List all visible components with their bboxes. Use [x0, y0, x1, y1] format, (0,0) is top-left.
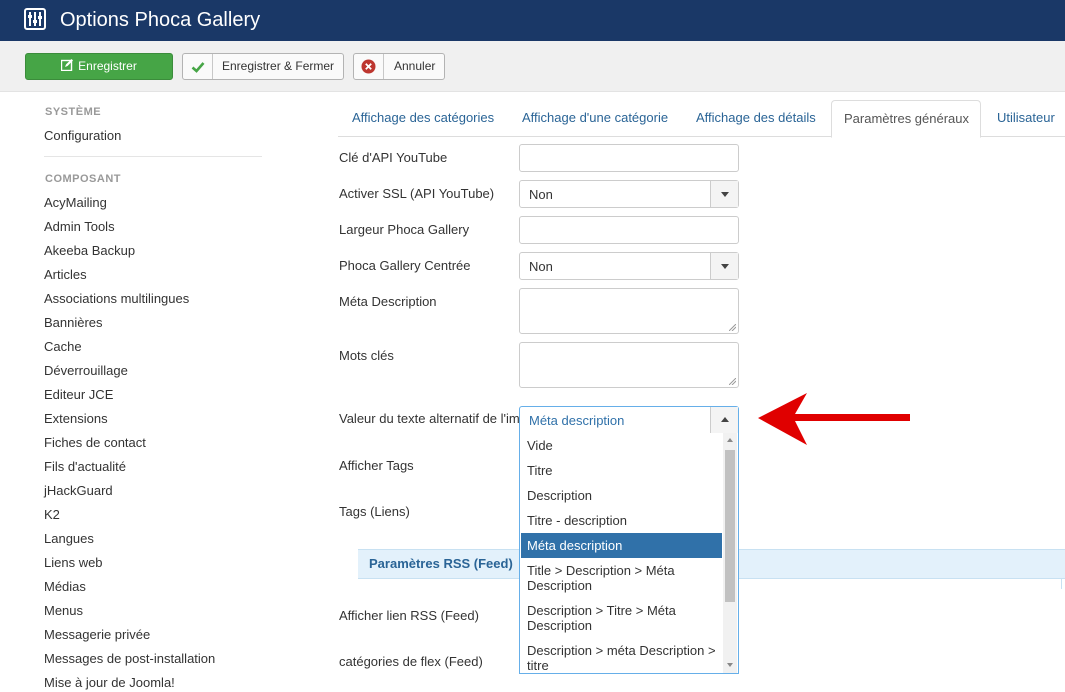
sidebar-item[interactable]: Déverrouillage [44, 363, 128, 378]
sidebar-divider [44, 156, 262, 157]
resize-grip-icon[interactable] [729, 378, 736, 385]
option-description[interactable]: Description [521, 488, 722, 503]
sidebar-item[interactable]: Menus [44, 603, 83, 618]
save-close-label: Enregistrer & Fermer [222, 59, 335, 73]
width-label: Largeur Phoca Gallery [339, 222, 470, 237]
options-scrollbar[interactable] [723, 433, 737, 673]
save-close-button[interactable]: Enregistrer & Fermer [182, 53, 344, 80]
red-arrow-icon [758, 393, 910, 445]
centered-select-value: Non [529, 259, 553, 274]
cancel-circle-icon [361, 59, 376, 74]
tab-general-settings[interactable]: Paramètres généraux [831, 100, 981, 138]
youtube-api-key-input[interactable] [519, 144, 739, 172]
sidebar-heading-component: COMPOSANT [45, 173, 121, 185]
tab-details[interactable]: Affichage des détails [696, 110, 816, 125]
sidebar-item[interactable]: Mise à jour de Joomla! [44, 675, 175, 690]
ssl-select-toggle[interactable] [710, 181, 738, 207]
sidebar-item[interactable]: Articles [44, 267, 87, 282]
rss-bar-edge [1061, 579, 1062, 589]
option-empty[interactable]: Vide [521, 438, 722, 453]
flex-categories-label: catégories de flex (Feed) [339, 654, 483, 669]
sidebar-item[interactable]: Extensions [44, 411, 108, 426]
edit-icon [61, 59, 74, 71]
meta-description-label: Méta Description [339, 294, 437, 309]
check-icon [191, 62, 204, 73]
caret-down-icon [721, 264, 729, 269]
centered-select[interactable]: Non [519, 252, 739, 280]
scrollbar-thumb[interactable] [725, 450, 735, 602]
option-title-description-meta[interactable]: Title > Description > Méta Description [521, 563, 722, 593]
alt-text-label: Valeur du texte alternatif de l'image [339, 411, 520, 426]
width-input[interactable] [519, 216, 739, 244]
sidebar-item[interactable]: Liens web [44, 555, 103, 570]
sidebar-item[interactable]: Editeur JCE [44, 387, 113, 402]
app-header: Options Phoca Gallery [0, 0, 1065, 41]
scroll-down-icon[interactable] [727, 663, 733, 667]
sidebar-item[interactable]: AcyMailing [44, 195, 107, 210]
sidebar-heading-system: SYSTÈME [45, 106, 102, 118]
show-tags-label: Afficher Tags [339, 458, 414, 473]
cancel-button[interactable]: Annuler [353, 53, 445, 80]
cancel-icon-box [354, 54, 384, 79]
sidebar-item-configuration[interactable]: Configuration [44, 128, 121, 143]
tab-general-settings-label: Paramètres généraux [844, 111, 970, 126]
youtube-api-key-label: Clé d'API YouTube [339, 150, 448, 165]
tab-category-list[interactable]: Affichage des catégories [352, 110, 494, 125]
options-sliders-icon [24, 8, 46, 30]
alt-text-options: Vide Titre Description Titre - descripti… [519, 433, 739, 674]
alt-text-select-value: Méta description [529, 413, 625, 428]
save-button-label: Enregistrer [78, 59, 137, 73]
ssl-select-value: Non [529, 187, 553, 202]
page-title: Options Phoca Gallery [60, 9, 261, 31]
toolbar: Enregistrer Enregistrer & Fermer Annuler [0, 41, 1065, 92]
rss-link-label: Afficher lien RSS (Feed) [339, 608, 479, 623]
keywords-label: Mots clés [339, 348, 394, 363]
option-title-description[interactable]: Titre - description [521, 513, 722, 528]
sidebar-item[interactable]: K2 [44, 507, 60, 522]
sidebar-item[interactable]: Bannières [44, 315, 103, 330]
tab-category[interactable]: Affichage d'une catégorie [522, 110, 668, 125]
option-description-meta-title[interactable]: Description > méta Description > titre [521, 643, 722, 673]
tab-user[interactable]: Utilisateur [997, 110, 1055, 125]
caret-down-icon [721, 192, 729, 197]
cancel-label: Annuler [394, 59, 436, 73]
alt-text-select-toggle[interactable] [710, 407, 738, 433]
centered-label: Phoca Gallery Centrée [339, 258, 471, 273]
scroll-up-icon[interactable] [727, 438, 733, 442]
save-button[interactable]: Enregistrer [25, 53, 173, 80]
centered-select-toggle[interactable] [710, 253, 738, 279]
sidebar-item[interactable]: Messages de post-installation [44, 651, 215, 666]
option-description-title-meta[interactable]: Description > Titre > Méta Description [521, 603, 722, 633]
alt-text-select[interactable]: Méta description [519, 406, 739, 434]
ssl-label: Activer SSL (API YouTube) [339, 186, 495, 201]
sidebar-item[interactable]: Fiches de contact [44, 435, 146, 450]
tags-links-label: Tags (Liens) [339, 504, 410, 519]
sidebar-item[interactable]: Fils d'actualité [44, 459, 126, 474]
sidebar-item[interactable]: Cache [44, 339, 82, 354]
sidebar-item[interactable]: Langues [44, 531, 94, 546]
check-icon-box [183, 54, 213, 79]
keywords-textarea[interactable] [519, 342, 739, 388]
option-title[interactable]: Titre [521, 463, 722, 478]
ssl-select[interactable]: Non [519, 180, 739, 208]
caret-up-icon [721, 417, 729, 422]
sidebar-item[interactable]: Admin Tools [44, 219, 115, 234]
option-meta-description[interactable]: Méta description [521, 533, 722, 558]
meta-description-textarea[interactable] [519, 288, 739, 334]
sidebar-item[interactable]: Akeeba Backup [44, 243, 135, 258]
resize-grip-icon[interactable] [729, 324, 736, 331]
sidebar-item[interactable]: Médias [44, 579, 86, 594]
sidebar: SYSTÈME Configuration COMPOSANT AcyMaili… [0, 92, 280, 692]
sidebar-item[interactable]: Associations multilingues [44, 291, 189, 306]
sidebar-item[interactable]: jHackGuard [44, 483, 113, 498]
options-tabs: Affichage des catégories Affichage d'une… [338, 100, 1065, 138]
sidebar-item[interactable]: Messagerie privée [44, 627, 150, 642]
rss-section-title: Paramètres RSS (Feed) [369, 556, 513, 571]
